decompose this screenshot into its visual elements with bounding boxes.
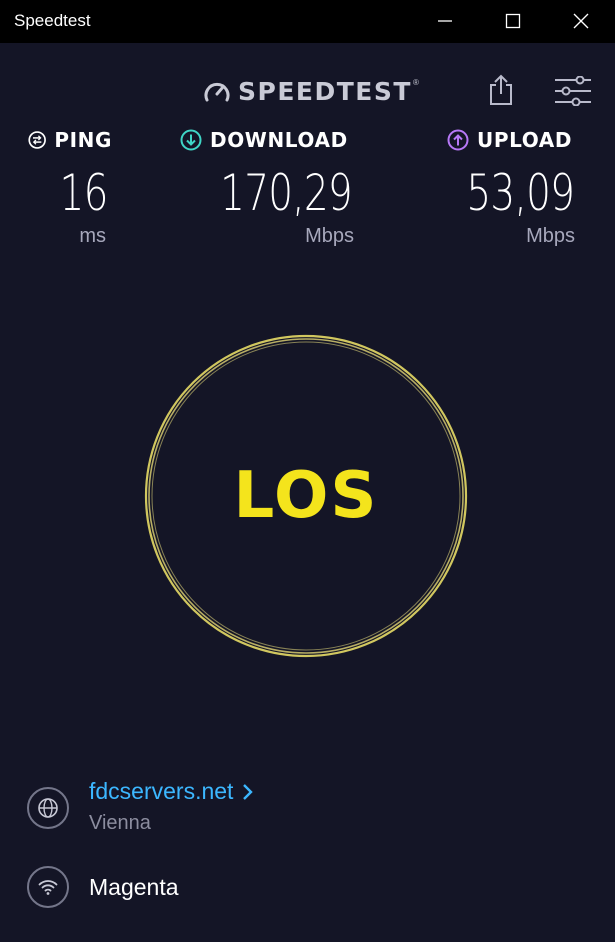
server-name: fdcservers.net bbox=[89, 778, 234, 804]
server-location: Vienna bbox=[89, 812, 151, 834]
speedometer-icon bbox=[204, 82, 230, 102]
speedtest-logo: SPEEDTEST ® bbox=[203, 76, 419, 106]
upload-unit: Mbps bbox=[526, 225, 575, 247]
globe-icon bbox=[38, 798, 58, 818]
upload-arrow-icon bbox=[447, 129, 469, 151]
start-test-button[interactable]: LOS bbox=[143, 333, 469, 659]
logo-text: SPEEDTEST bbox=[238, 76, 412, 106]
server-globe-button[interactable] bbox=[27, 787, 69, 829]
settings-button[interactable] bbox=[553, 75, 593, 107]
ping-icon bbox=[28, 131, 46, 149]
chevron-right-icon bbox=[243, 783, 254, 800]
share-icon bbox=[490, 74, 512, 105]
provider-name: Magenta bbox=[89, 874, 179, 900]
network-button[interactable] bbox=[27, 866, 69, 908]
server-name-link[interactable]: fdcservers.net bbox=[89, 778, 255, 805]
minimize-button[interactable] bbox=[422, 0, 468, 43]
download-metric: DOWNLOAD 170,29 Mbps bbox=[180, 128, 356, 247]
download-value: 170,29 bbox=[220, 164, 353, 222]
maximize-icon bbox=[505, 13, 521, 29]
upload-metric: UPLOAD 53,09 Mbps bbox=[447, 128, 578, 247]
settings-sliders-icon bbox=[555, 75, 591, 107]
logo-trademark: ® bbox=[412, 77, 419, 87]
minimize-icon bbox=[438, 20, 452, 22]
close-button[interactable] bbox=[558, 0, 604, 43]
close-icon bbox=[573, 13, 589, 29]
share-button[interactable] bbox=[486, 73, 516, 107]
maximize-button[interactable] bbox=[490, 0, 536, 43]
go-label: LOS bbox=[233, 459, 379, 533]
window-title: Speedtest bbox=[14, 11, 91, 30]
download-label: DOWNLOAD bbox=[210, 128, 348, 152]
ping-metric: PING 16 ms bbox=[28, 128, 112, 247]
upload-value: 53,09 bbox=[466, 164, 575, 222]
download-unit: Mbps bbox=[305, 225, 354, 247]
download-arrow-icon bbox=[180, 129, 202, 151]
ping-value: 16 bbox=[59, 164, 109, 222]
ping-unit: ms bbox=[79, 225, 106, 247]
ping-label: PING bbox=[54, 128, 112, 152]
upload-label: UPLOAD bbox=[477, 128, 573, 152]
wifi-icon bbox=[38, 880, 58, 895]
title-bar: Speedtest bbox=[0, 0, 615, 43]
